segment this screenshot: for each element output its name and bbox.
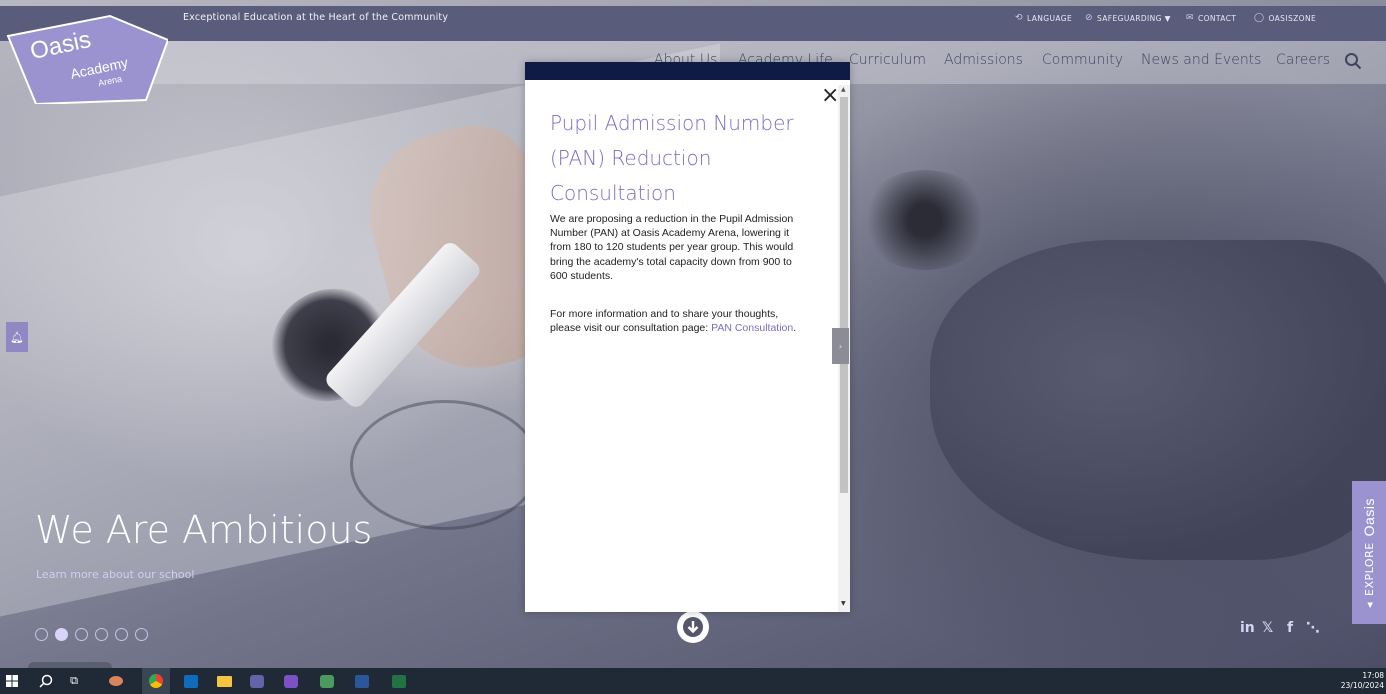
- contact-link[interactable]: ✉ CONTACT: [1186, 13, 1236, 23]
- nav-careers[interactable]: Careers: [1276, 52, 1330, 68]
- slide-dot[interactable]: [95, 628, 108, 641]
- task-view-icon[interactable]: ⧉: [65, 672, 83, 690]
- explore-arrow-icon: ◂: [1362, 601, 1376, 608]
- explore-label: EXPLORE: [1362, 541, 1376, 596]
- oasis-academy-logo[interactable]: Oasis Academy Arena: [6, 14, 168, 104]
- modal-header-bar: [525, 62, 850, 80]
- taskbar-search-icon[interactable]: [37, 672, 55, 690]
- hero-title: We Are Ambitious: [35, 508, 373, 552]
- slide-dot[interactable]: [75, 628, 88, 641]
- clock-time: 17:08: [1362, 671, 1384, 680]
- windows-start-icon[interactable]: [3, 672, 21, 690]
- pan-consultation-link[interactable]: PAN Consultation: [711, 322, 793, 334]
- notification-bell-tab[interactable]: 🔔︎: [6, 322, 28, 352]
- oasiszone-link[interactable]: ◯ OASISZONE: [1254, 13, 1316, 23]
- scroll-up-arrow-icon[interactable]: ▲: [841, 86, 846, 93]
- slide-dot-active[interactable]: [55, 628, 68, 641]
- slide-dot[interactable]: [115, 628, 128, 641]
- nav-curriculum[interactable]: Curriculum: [849, 52, 926, 68]
- windows-taskbar: [0, 668, 1386, 694]
- chevron-right-icon: ›: [838, 341, 843, 351]
- close-icon[interactable]: ×: [821, 85, 839, 107]
- sketch-outline: [350, 400, 540, 530]
- teams-icon[interactable]: [248, 672, 266, 690]
- arrow-down-circle-icon: [683, 617, 703, 637]
- language-link[interactable]: ⟲ LANGUAGE: [1015, 13, 1072, 23]
- nav-admissions[interactable]: Admissions: [944, 52, 1023, 68]
- chrome-icon[interactable]: [147, 672, 165, 690]
- safeguarding-icon: ⊘: [1085, 13, 1093, 23]
- slider-next-tab[interactable]: ›: [832, 328, 849, 364]
- oasiszone-label: OASISZONE: [1268, 13, 1317, 23]
- facebook-icon[interactable]: f: [1287, 620, 1293, 636]
- rss-icon[interactable]: ⋱: [1306, 620, 1320, 636]
- modal-paragraph-1: We are proposing a reduction in the Pupi…: [550, 213, 794, 282]
- word-icon[interactable]: [353, 672, 371, 690]
- hero-subtitle-link[interactable]: Learn more about our school: [36, 568, 194, 581]
- translate-icon: ⟲: [1015, 13, 1023, 23]
- modal-title: Pupil Admission Number (PAN) Reduction C…: [550, 111, 794, 205]
- bell-icon: 🔔︎: [10, 330, 24, 344]
- slide-indicators: [35, 628, 148, 641]
- x-twitter-icon[interactable]: 𝕏: [1262, 620, 1273, 636]
- modal-scrollbar-thumb[interactable]: [840, 97, 848, 493]
- file-explorer-icon[interactable]: [215, 672, 233, 690]
- language-label: LANGUAGE: [1026, 13, 1073, 23]
- mail-icon: ✉: [1186, 13, 1194, 23]
- linkedin-icon[interactable]: in: [1240, 620, 1255, 636]
- taskbar-clock[interactable]: 17:08 23/10/2024: [1340, 671, 1384, 691]
- modal-paragraph-2: For more information and to share your t…: [550, 307, 812, 335]
- contact-label: CONTACT: [1197, 13, 1237, 23]
- nav-news-and-events[interactable]: News and Events: [1141, 52, 1261, 68]
- app-icon-1[interactable]: [107, 672, 125, 690]
- site-tagline: Exceptional Education at the Heart of th…: [183, 12, 449, 23]
- explore-tab-content: ◂ EXPLORE Oasis: [1352, 481, 1386, 624]
- onenote-icon[interactable]: [282, 672, 300, 690]
- safeguarding-menu[interactable]: ⊘ SAFEGUARDING ▼: [1085, 13, 1171, 23]
- pan-consultation-modal: × ▲ ▼ Pupil Admission Number (PAN) Reduc…: [525, 62, 850, 612]
- outlook-icon[interactable]: [182, 672, 200, 690]
- excel-icon[interactable]: [390, 672, 408, 690]
- teams-alt-icon[interactable]: [318, 672, 336, 690]
- scroll-down-button[interactable]: [677, 611, 709, 643]
- scroll-down-arrow-icon[interactable]: ▼: [841, 600, 846, 607]
- clock-date: 23/10/2024: [1340, 681, 1384, 690]
- slide-dot[interactable]: [135, 628, 148, 641]
- nav-community[interactable]: Community: [1042, 52, 1123, 68]
- search-icon[interactable]: [1344, 52, 1362, 70]
- sleeve-image: [930, 240, 1386, 560]
- explore-brand: Oasis: [1361, 497, 1377, 536]
- oasis-icon: ◯: [1254, 13, 1265, 23]
- sketch-drawing-right: [860, 170, 990, 270]
- safeguarding-label: SAFEGUARDING ▼: [1096, 13, 1171, 23]
- slide-dot[interactable]: [35, 628, 48, 641]
- modal-paragraph-2-end: .: [793, 322, 797, 335]
